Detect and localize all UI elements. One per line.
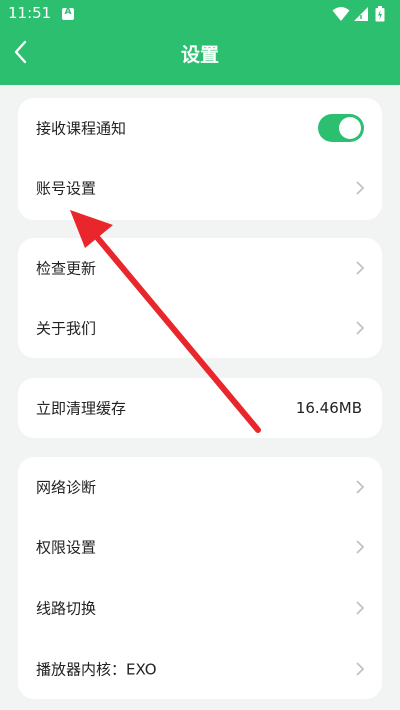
- setting-label: 线路切换: [36, 599, 97, 618]
- status-time: 11:51: [8, 4, 52, 22]
- setting-check-update[interactable]: 检查更新: [18, 238, 382, 298]
- setting-label: 播放器内核：EXO: [36, 660, 157, 679]
- setting-label: 账号设置: [36, 179, 97, 198]
- setting-network-diagnosis[interactable]: 网络诊断: [18, 457, 382, 517]
- setting-account[interactable]: 账号设置: [18, 158, 382, 218]
- chevron-right-icon: [356, 662, 365, 676]
- setting-route-switch[interactable]: 线路切换: [18, 578, 382, 638]
- toggle-knob: [339, 117, 361, 139]
- setting-about-us[interactable]: 关于我们: [18, 298, 382, 358]
- setting-label: 关于我们: [36, 319, 97, 338]
- setting-clear-cache[interactable]: 立即清理缓存 16.46MB: [18, 378, 382, 438]
- setting-label: 权限设置: [36, 538, 97, 557]
- settings-group-notifications: 接收课程通知 账号设置: [18, 98, 382, 220]
- setting-course-notification: 接收课程通知: [18, 98, 382, 158]
- status-icons: [332, 6, 392, 22]
- settings-group-cache: 立即清理缓存 16.46MB: [18, 378, 382, 438]
- chevron-right-icon: [356, 540, 365, 554]
- battery-icon: [375, 6, 385, 22]
- settings-group-about: 检查更新 关于我们: [18, 238, 382, 358]
- chevron-right-icon: [356, 261, 365, 275]
- chevron-right-icon: [356, 601, 365, 615]
- cache-size-value: 16.46MB: [295, 399, 362, 417]
- setting-label: 接收课程通知: [36, 119, 127, 138]
- app-header: 11:51 A 设置: [0, 0, 400, 85]
- course-notification-toggle[interactable]: [318, 114, 364, 142]
- wifi-icon: [332, 7, 350, 21]
- chevron-right-icon: [356, 181, 365, 195]
- chevron-right-icon: [356, 321, 365, 335]
- notification-badge: A: [64, 7, 72, 17]
- status-bar: 11:51 A: [0, 0, 400, 28]
- setting-label: 立即清理缓存: [36, 399, 127, 418]
- navigation-bar: 设置: [0, 28, 400, 78]
- page-title: 设置: [180, 44, 219, 66]
- settings-group-advanced: 网络诊断 权限设置 线路切换 播放器内核：EXO: [18, 457, 382, 699]
- signal-icon: [354, 7, 368, 21]
- notification-icon: A: [62, 7, 74, 20]
- chevron-right-icon: [356, 480, 365, 494]
- setting-label: 检查更新: [36, 259, 97, 278]
- setting-permissions[interactable]: 权限设置: [18, 517, 382, 577]
- setting-label: 网络诊断: [36, 478, 97, 497]
- setting-player-core[interactable]: 播放器内核：EXO: [18, 639, 382, 699]
